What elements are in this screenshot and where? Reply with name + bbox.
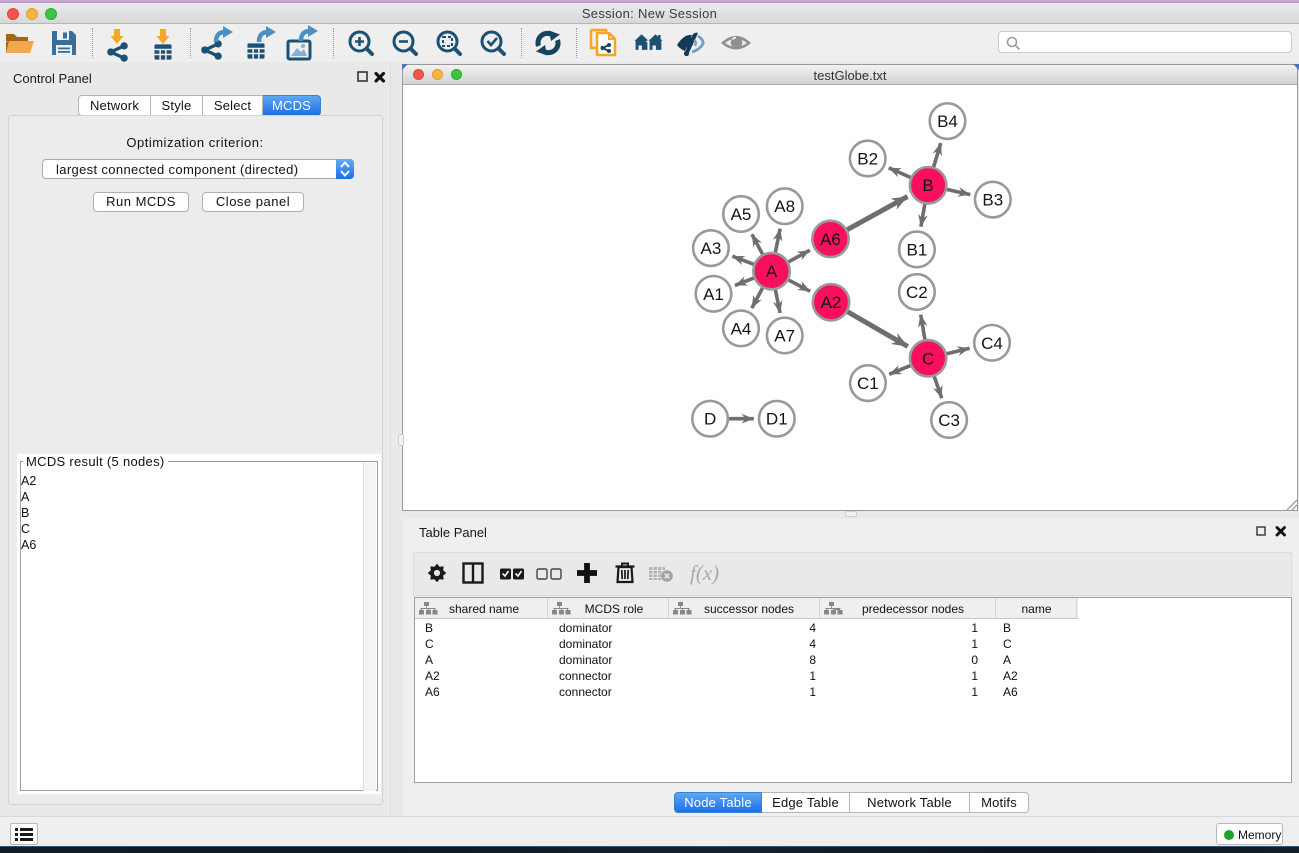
svg-text:A4: A4 (731, 319, 752, 338)
svg-text:D: D (704, 410, 716, 429)
svg-text:B4: B4 (937, 112, 958, 131)
svg-text:B1: B1 (907, 240, 928, 259)
svg-text:B3: B3 (982, 191, 1003, 210)
svg-text:A5: A5 (731, 205, 752, 224)
svg-text:A7: A7 (774, 327, 795, 346)
svg-text:A: A (766, 262, 778, 281)
svg-text:f(x): f(x) (690, 561, 719, 585)
svg-text:B2: B2 (857, 150, 878, 169)
svg-text:D1: D1 (766, 410, 788, 429)
svg-text:C4: C4 (981, 334, 1003, 353)
svg-text:C3: C3 (938, 411, 960, 430)
svg-text:A3: A3 (701, 239, 722, 258)
svg-text:C1: C1 (857, 374, 879, 393)
svg-text:A1: A1 (703, 285, 724, 304)
svg-text:A6: A6 (820, 230, 841, 249)
svg-text:A8: A8 (774, 197, 795, 216)
svg-text:B: B (922, 176, 933, 195)
svg-text:C: C (922, 349, 934, 368)
svg-text:C2: C2 (906, 283, 928, 302)
svg-text:A2: A2 (821, 293, 842, 312)
